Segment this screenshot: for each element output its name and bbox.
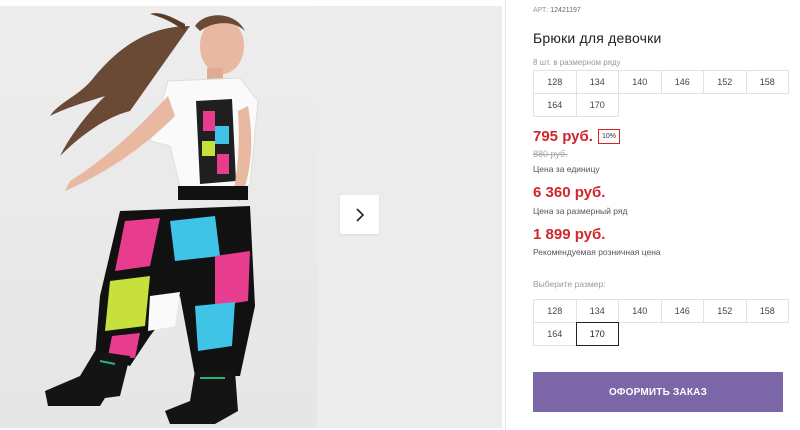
article-label: АРТ: — [533, 7, 549, 14]
product-gallery — [0, 0, 505, 430]
article-number: АРТ: 12421197 — [533, 7, 581, 14]
size-option-140[interactable]: 140 — [618, 299, 662, 323]
product-photo-main[interactable] — [0, 6, 317, 428]
article-value: 12421197 — [550, 7, 581, 14]
pack-size-cell: 164 — [533, 93, 577, 117]
panel-divider — [505, 0, 506, 430]
place-order-button[interactable]: ОФОРМИТЬ ЗАКАЗ — [533, 372, 783, 412]
pack-note: 8 шт. в размерном ряду — [533, 58, 621, 67]
chevron-right-icon — [355, 207, 364, 222]
retail-price-label: Рекомендуемая розничная цена — [533, 247, 661, 257]
size-option-134[interactable]: 134 — [575, 299, 619, 323]
unit-price-row: 795 руб. 10% — [533, 128, 620, 145]
pack-size-cell: 146 — [660, 70, 704, 94]
girl-in-pants-photo — [45, 13, 259, 424]
retail-price: 1 899 руб. — [533, 226, 606, 243]
pack-price: 6 360 руб. — [533, 184, 606, 201]
size-option-164[interactable]: 164 — [533, 322, 577, 346]
pack-size-grid: 128 134 140 146 152 158 164 170 — [533, 70, 789, 117]
discount-badge: 10% — [597, 129, 620, 144]
pack-size-cell: 170 — [575, 93, 619, 117]
pack-price-label: Цена за размерный ряд — [533, 206, 628, 216]
gallery-next-button[interactable] — [340, 195, 379, 234]
pack-size-cell: 128 — [533, 70, 577, 94]
old-price: 880 руб. — [533, 149, 568, 159]
pack-size-cell: 134 — [575, 70, 619, 94]
size-option-152[interactable]: 152 — [703, 299, 747, 323]
unit-price: 795 руб. — [533, 128, 593, 145]
unit-price-label: Цена за единицу — [533, 164, 600, 174]
size-option-158[interactable]: 158 — [745, 299, 789, 323]
size-picker: 128 134 140 146 152 158 164 170 — [533, 299, 789, 346]
size-option-170-selected[interactable]: 170 — [575, 322, 619, 346]
pack-size-cell: 140 — [618, 70, 662, 94]
size-option-128[interactable]: 128 — [533, 299, 577, 323]
choose-size-label: Выберите размер: — [533, 279, 606, 289]
pack-size-cell: 152 — [703, 70, 747, 94]
size-option-146[interactable]: 146 — [660, 299, 704, 323]
pack-size-cell: 158 — [745, 70, 789, 94]
product-title: Брюки для девочки — [533, 30, 662, 46]
